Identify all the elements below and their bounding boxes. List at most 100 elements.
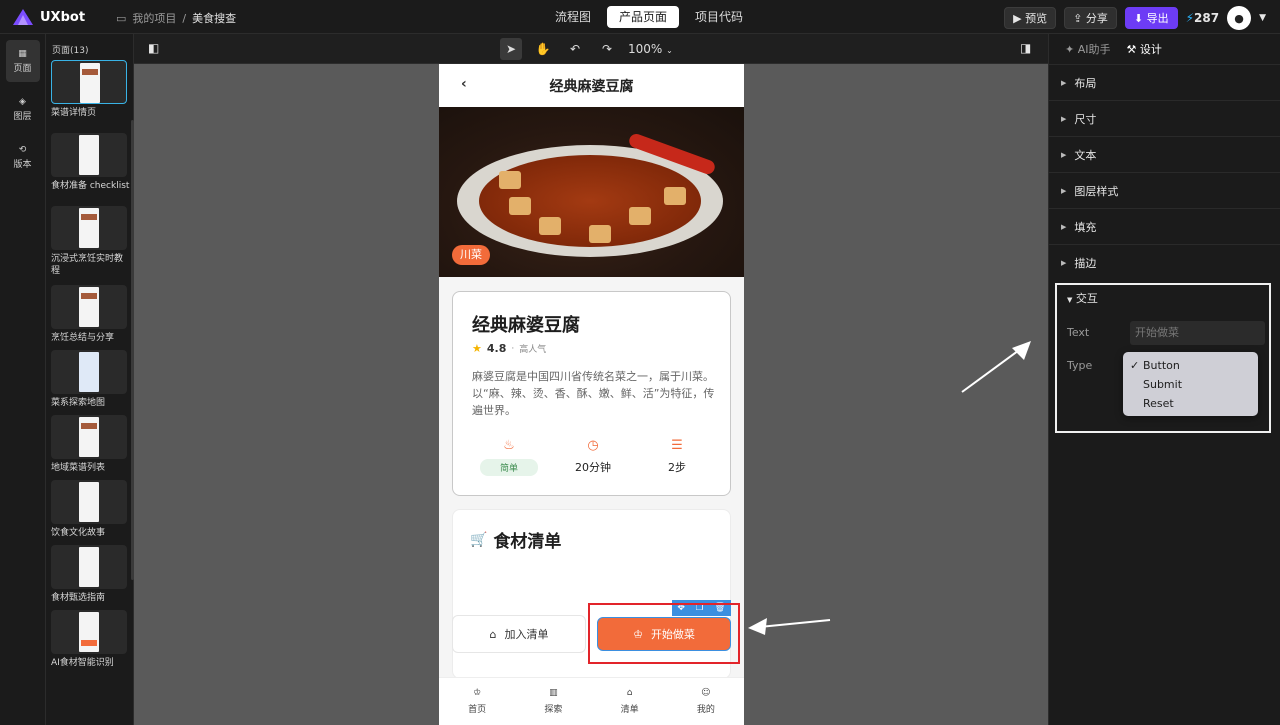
section-text[interactable]: ▶ 文本 [1049,136,1280,172]
tab-ai-assistant[interactable]: ✦ AI助手 [1065,41,1111,57]
page-thumbnail [51,480,127,524]
undo-icon[interactable]: ↶ [564,38,586,60]
type-option-button[interactable]: ✓ Button [1123,356,1258,375]
export-button[interactable]: ⬇ 导出 [1124,7,1178,29]
page-item[interactable]: 地域菜谱列表 [51,415,131,474]
top-actions: ▶ 预览 ⇪ 分享 ⬇ 导出 ⚡287 ● ▼ [1004,6,1266,30]
share-icon: ⇪ [1073,12,1083,25]
page-item[interactable]: 饮食文化故事 [51,480,131,539]
page-label: 食材准备 checklist [51,181,130,191]
time-value: 20分钟 [575,461,611,474]
basket-icon: ⌂ [489,627,497,641]
zoom-level[interactable]: 100% ⌄ [628,42,673,56]
rail-pages-label: 页面 [13,63,32,74]
map-icon: ▥ [549,688,558,698]
tofu-shape [589,225,611,243]
tab-design-label: 设计 [1139,43,1162,56]
nav-home[interactable]: ♔ 首页 [439,678,515,725]
layers-icon: ◈ [19,96,26,107]
left-rail: ▦ 页面 ◈ 图层 ⟲ 版本 [0,34,46,725]
rating-row: ★ 4.8 · 高人气 [472,342,546,355]
section-label: 文本 [1074,148,1097,162]
add-to-list-button[interactable]: ⌂ 加入清单 [452,615,586,653]
type-option-reset[interactable]: Reset [1123,394,1258,413]
highlight-box [588,603,740,664]
page-thumbnail [51,285,127,329]
section-label: 图层样式 [1074,184,1119,198]
chevron-down-icon[interactable]: ▼ [1259,13,1266,23]
tab-flowchart[interactable]: 流程图 [543,6,603,28]
nav-profile[interactable]: ☺ 我的 [668,678,744,725]
page-item[interactable]: 食材准备 checklist [51,133,131,192]
rail-layers-label: 图层 [13,111,32,122]
section-fill[interactable]: ▶ 填充 [1049,208,1280,244]
caret-down-icon: ▼ [1067,296,1073,304]
rating-separator: · [511,343,515,354]
breadcrumb: ▭ 我的项目 / 美食搜查 [116,10,236,26]
share-button[interactable]: ⇪ 分享 [1064,7,1117,29]
time-stat: ◷ 20分钟 [555,438,631,476]
toggle-right-panel-icon[interactable]: ◨ [1020,41,1031,55]
app-logo[interactable]: UXbot [12,8,85,26]
page-label: 菜谱详情页 [51,108,97,118]
lightning-icon: ⚡ [1185,11,1195,25]
page-thumbnail [51,415,127,459]
zoom-value: 100% [628,42,663,56]
section-size[interactable]: ▶ 尺寸 [1049,100,1280,136]
collapse-panel-icon[interactable]: ◧ [148,41,159,55]
caret-right-icon: ▶ [1061,258,1067,267]
flame-icon: ♨ [503,438,515,453]
page-item[interactable]: 沉浸式烹饪实时教程 [51,206,131,277]
breadcrumb-current[interactable]: 美食搜查 [192,10,236,26]
section-label: 尺寸 [1074,112,1097,126]
page-label: 食材甄选指南 [51,593,106,603]
page-item[interactable]: 烹饪总结与分享 [51,285,131,344]
caret-right-icon: ▶ [1061,186,1067,195]
rail-versions-label: 版本 [13,159,32,170]
section-stroke[interactable]: ▶ 描边 [1049,244,1280,280]
phone-header: ‹ 经典麻婆豆腐 [439,64,744,107]
page-item[interactable]: 食材甄选指南 [51,545,131,604]
type-option-submit[interactable]: Submit [1123,375,1258,394]
tofu-shape [629,207,651,225]
hand-icon[interactable]: ✋ [532,38,554,60]
avatar[interactable]: ● [1227,6,1252,30]
cart-icon: 🛒 [470,531,488,548]
sparkle-icon: ✦ [1065,43,1075,56]
back-icon[interactable]: ‹ [461,76,467,92]
page-label: AI食材智能识别 [51,658,114,668]
preview-button[interactable]: ▶ 预览 [1004,7,1057,29]
page-item[interactable]: AI食材智能识别 [51,610,131,669]
history-icon: ⟲ [18,144,27,155]
section-layout[interactable]: ▶ 布局 [1049,64,1280,100]
tofu-shape [499,171,521,189]
pages-panel: 页面(13) 菜谱详情页 食材准备 checklist 沉浸式烹饪实时教程 烹饪… [46,34,134,725]
page-item[interactable]: 菜系探索地图 [51,350,131,409]
phone-header-title: 经典麻婆豆腐 [549,78,634,95]
rail-pages[interactable]: ▦ 页面 [5,40,40,82]
rail-versions[interactable]: ⟲ 版本 [6,136,40,178]
basket-icon: ⌂ [626,688,633,698]
chevron-down-icon: ⌄ [666,46,673,55]
credits-counter[interactable]: ⚡287 [1186,11,1220,25]
pointer-icon[interactable]: ➤ [500,38,522,60]
nav-list[interactable]: ⌂ 清单 [592,678,668,725]
option-label: Reset [1143,397,1174,410]
preview-label: 预览 [1025,12,1048,25]
share-label: 分享 [1085,12,1108,25]
tab-product-pages[interactable]: 产品页面 [607,6,680,28]
rail-layers[interactable]: ◈ 图层 [6,88,40,130]
nav-explore[interactable]: ▥ 探索 [515,678,591,725]
tab-ai-assistant-label: AI助手 [1077,43,1111,56]
page-item[interactable]: 菜谱详情页 [51,60,131,119]
breadcrumb-root[interactable]: 我的项目 [132,10,176,26]
section-layer-style[interactable]: ▶ 图层样式 [1049,172,1280,208]
tab-project-code[interactable]: 项目代码 [683,6,755,28]
steps-value: 2步 [668,461,686,474]
tab-design[interactable]: ⚒ 设计 [1127,41,1162,57]
top-tabs: 流程图 产品页面 项目代码 [543,6,755,28]
button-text-input[interactable]: 开始做菜 [1130,321,1265,345]
section-interaction-header[interactable]: ▼ 交互 [1067,290,1098,306]
redo-icon[interactable]: ↷ [596,38,618,60]
section-label: 布局 [1074,76,1097,90]
